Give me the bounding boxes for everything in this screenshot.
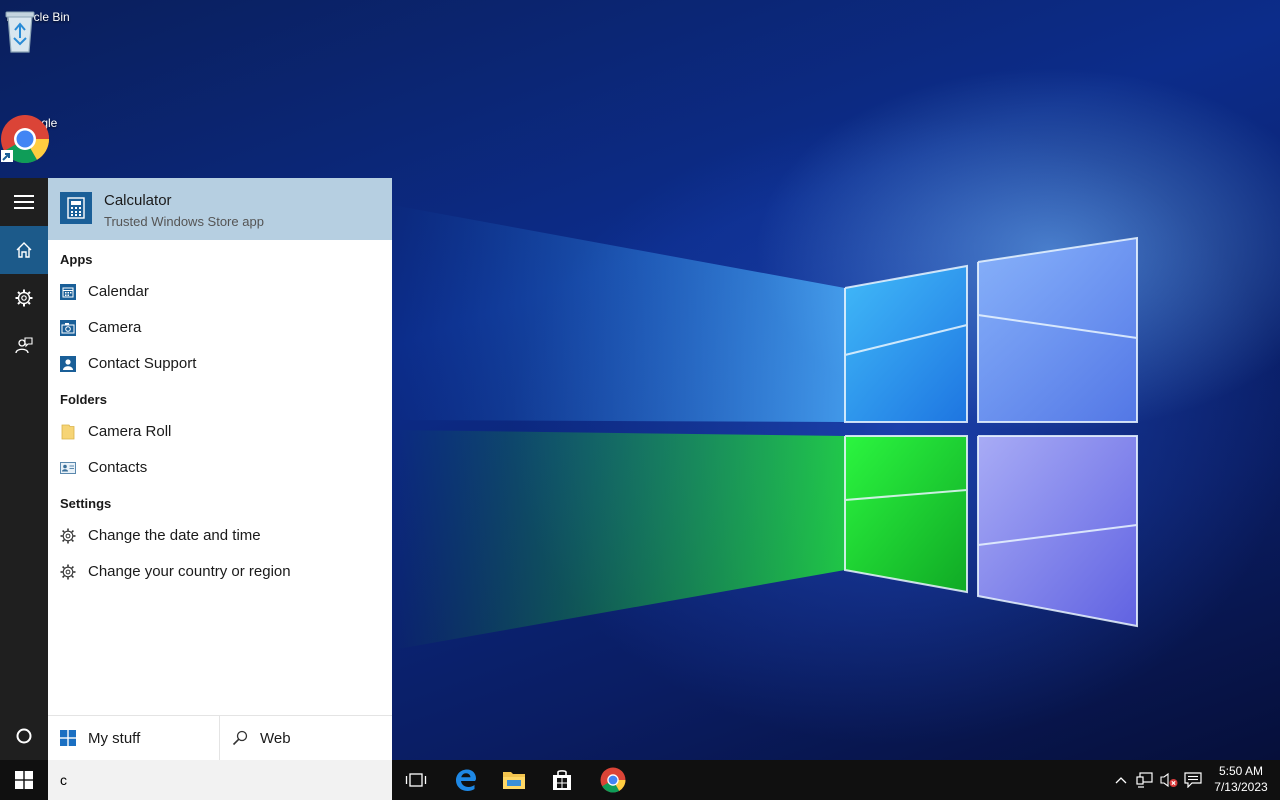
chrome-icon	[1, 115, 50, 164]
settings-button[interactable]	[0, 274, 48, 322]
edge-icon	[456, 769, 476, 791]
cortana-circle-icon	[16, 728, 32, 744]
desktop-icon-recycle-bin[interactable]: Recycle Bin	[0, 8, 76, 53]
action-center-icon	[1184, 772, 1202, 788]
clock-date: 7/13/2023	[1214, 780, 1268, 794]
start-button[interactable]	[0, 760, 48, 800]
edge-button[interactable]	[442, 760, 490, 800]
action-center-button[interactable]	[1182, 760, 1204, 800]
section-heading-apps: Apps	[60, 252, 93, 267]
result-contact-support[interactable]: Contact Support	[48, 346, 392, 382]
result-label: Contacts	[88, 459, 148, 476]
search-icon	[232, 730, 248, 746]
best-match-title: Calculator	[104, 192, 172, 209]
scope-divider	[219, 716, 220, 760]
store-button[interactable]	[538, 760, 586, 800]
search-results-panel: Calculator Trusted Windows Store app App…	[48, 178, 392, 760]
scope-web-button[interactable]: Web	[232, 716, 382, 760]
result-contacts[interactable]: Contacts	[48, 450, 392, 486]
show-hidden-icons-button[interactable]	[1110, 760, 1132, 800]
taskbar-search-box	[48, 760, 392, 800]
result-label: Camera Roll	[88, 423, 172, 440]
cortana-button[interactable]	[0, 712, 48, 760]
windows-logo-icon	[60, 730, 76, 746]
result-label: Change your country or region	[88, 563, 291, 580]
scope-my-stuff-button[interactable]: My stuff	[60, 716, 218, 760]
best-match-calculator[interactable]: Calculator Trusted Windows Store app	[48, 178, 392, 240]
settings-icon	[15, 289, 33, 307]
chrome-icon	[600, 767, 626, 793]
hamburger-menu-icon	[14, 195, 34, 209]
gear-icon	[60, 564, 76, 580]
scope-web-label: Web	[260, 729, 291, 747]
task-view-button[interactable]	[392, 760, 440, 800]
gear-icon	[60, 528, 76, 544]
calculator-icon	[60, 192, 92, 224]
clock-button[interactable]: 5:50 AM 7/13/2023	[1208, 763, 1274, 795]
chevron-up-icon	[1115, 777, 1127, 784]
result-label: Camera	[88, 319, 142, 336]
task-view-icon	[405, 773, 427, 787]
volume-muted-icon	[1160, 772, 1178, 788]
home-button[interactable]	[0, 226, 48, 274]
hamburger-menu-button[interactable]	[0, 178, 48, 226]
result-change-country-region[interactable]: Change your country or region	[48, 554, 392, 590]
calendar-icon	[60, 284, 76, 300]
store-icon	[553, 770, 571, 790]
result-change-date-time[interactable]: Change the date and time	[48, 518, 392, 554]
recycle-bin-icon	[5, 11, 35, 53]
camera-icon	[60, 320, 76, 336]
desktop-icon-google-chrome[interactable]: Google	[0, 114, 76, 164]
result-camera-roll[interactable]: Camera Roll	[48, 414, 392, 450]
network-button[interactable]	[1134, 760, 1156, 800]
network-icon	[1136, 772, 1153, 788]
contact-support-icon	[60, 356, 76, 372]
result-label: Contact Support	[88, 355, 197, 372]
result-label: Change the date and time	[88, 527, 261, 544]
section-heading-folders: Folders	[60, 392, 107, 407]
clock-time: 5:50 AM	[1218, 764, 1264, 778]
file-explorer-icon	[503, 772, 525, 789]
home-icon	[16, 242, 32, 258]
start-menu-rail	[0, 178, 48, 760]
result-camera[interactable]: Camera	[48, 310, 392, 346]
folder-icon	[61, 424, 75, 440]
section-heading-settings: Settings	[60, 496, 112, 511]
contacts-card-icon	[60, 462, 76, 474]
feedback-icon	[15, 337, 33, 354]
feedback-button[interactable]	[0, 322, 48, 370]
result-calendar[interactable]: Calendar	[48, 274, 392, 310]
search-scope-bar: My stuff Web	[48, 715, 392, 760]
scope-my-stuff-label: My stuff	[88, 729, 141, 747]
search-input[interactable]	[48, 760, 392, 800]
windows-logo-icon	[15, 771, 33, 789]
file-explorer-button[interactable]	[490, 760, 538, 800]
volume-button[interactable]	[1158, 760, 1180, 800]
result-label: Calendar	[88, 283, 149, 300]
chrome-taskbar-button[interactable]	[589, 760, 637, 800]
best-match-subtitle: Trusted Windows Store app	[104, 214, 264, 229]
